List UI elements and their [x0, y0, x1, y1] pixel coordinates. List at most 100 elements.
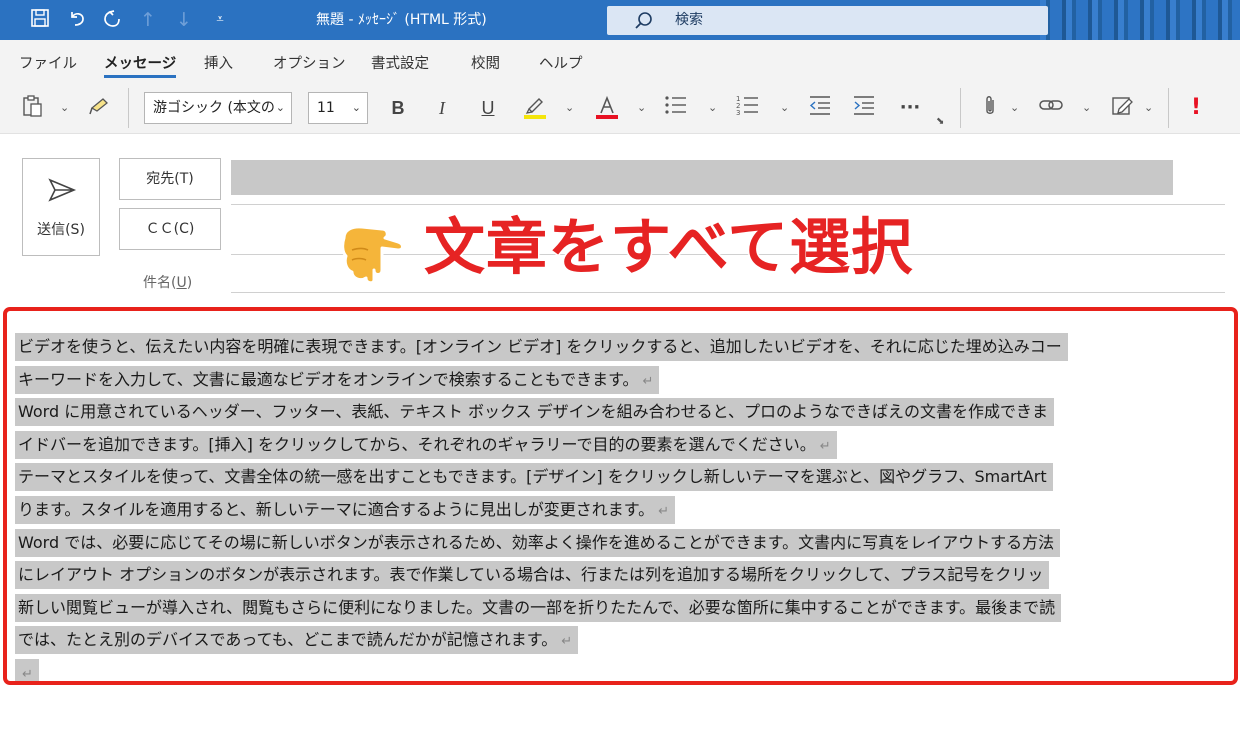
- subject-label: 件名(U): [143, 272, 192, 292]
- undo-icon[interactable]: [64, 8, 88, 32]
- paragraph-mark: ↵: [561, 634, 573, 650]
- subject-label-prefix: 件名(: [143, 275, 177, 291]
- selected-text: ビデオを使うと、伝えたい内容を明確に表現できます。[オンライン ビデオ] をクリ…: [15, 333, 1068, 361]
- svg-text:3: 3: [736, 109, 740, 116]
- ribbon-separator: [1168, 88, 1169, 128]
- signature-icon[interactable]: [1108, 94, 1136, 122]
- annotation-text: 文章をすべて選択: [422, 211, 914, 285]
- italic-button[interactable]: I: [430, 94, 454, 122]
- selected-text: にレイアウト オプションのボタンが表示されます。表で作業している場合は、行または…: [15, 561, 1050, 590]
- cc-button[interactable]: ＣＣ(C): [119, 208, 221, 250]
- link-dropdown-icon[interactable]: ⌄: [1082, 94, 1091, 122]
- font-name-value: 游ゴシック (本文の: [153, 100, 275, 116]
- selected-text: 新しい閲覧ビューが導入され、閲覧もさらに便利になりました。文書の一部を折りたたん…: [15, 593, 1062, 622]
- body-line-text: ビデオを使うと、伝えたい内容を明確に表現できます。[オンライン ビデオ] をクリ…: [18, 337, 1062, 356]
- body-line-text: テーマとスタイルを使って、文書全体の統一感を出すこともできます。[デザイン] を…: [18, 467, 1047, 487]
- selected-text: ります。スタイルを適用すると、新しいテーマに適合するように見出しが変更されます。…: [15, 495, 676, 524]
- selected-text: キーワードを入力して、文書に最適なビデオをオンラインで検索することもできます。 ↵: [15, 365, 660, 394]
- body-line[interactable]: ビデオを使うと、伝えたい内容を明確に表現できます。[オンライン ビデオ] をクリ…: [15, 331, 1234, 364]
- attach-file-icon[interactable]: [978, 94, 1002, 122]
- bullets-icon[interactable]: [662, 94, 690, 122]
- decrease-indent-icon[interactable]: [806, 94, 834, 122]
- arrow-down-icon[interactable]: ↓: [172, 8, 196, 32]
- numbering-dropdown-icon[interactable]: ⌄: [780, 94, 789, 122]
- font-name-combo[interactable]: 游ゴシック (本文の ⌄: [144, 92, 292, 124]
- body-line-text: イドバーを追加できます。[挿入] をクリックしてから、それぞれのギャラリーで目的…: [18, 434, 816, 454]
- paragraph-mark: ↵: [22, 666, 33, 682]
- arrow-up-icon[interactable]: ↑: [136, 8, 160, 32]
- selected-text: イドバーを追加できます。[挿入] をクリックしてから、それぞれのギャラリーで目的…: [15, 430, 837, 459]
- selected-text: Word では、必要に応じてその場に新しいボタンが表示されるため、効率よく操作を…: [15, 528, 1061, 557]
- bullets-dropdown-icon[interactable]: ⌄: [708, 94, 717, 122]
- signature-dropdown-icon[interactable]: ⌄: [1144, 94, 1153, 122]
- numbering-icon[interactable]: 123: [734, 94, 762, 122]
- paste-icon[interactable]: [18, 94, 46, 122]
- save-icon[interactable]: [28, 8, 52, 32]
- ribbon-separator: [960, 88, 961, 128]
- body-line[interactable]: テーマとスタイルを使って、文書全体の統一感を出すこともできます。[デザイン] を…: [15, 461, 1234, 494]
- tab-insert[interactable]: 挿入: [204, 52, 233, 73]
- body-line-text: Word では、必要に応じてその場に新しいボタンが表示されるため、効率よく操作を…: [18, 532, 1055, 552]
- window-title: 無題 - ﾒｯｾｰｼﾞ (HTML 形式): [316, 12, 487, 28]
- customize-toolbar-icon[interactable]: ⩡: [208, 8, 232, 32]
- body-line[interactable]: にレイアウト オプションのボタンが表示されます。表で作業している場合は、行または…: [15, 559, 1234, 592]
- tab-message[interactable]: メッセージ: [104, 52, 177, 78]
- font-size-combo[interactable]: 11 ⌄: [308, 92, 368, 124]
- format-painter-icon[interactable]: [86, 94, 114, 122]
- tab-help[interactable]: ヘルプ: [539, 52, 583, 73]
- search-box[interactable]: 検索: [607, 6, 1048, 35]
- subject-label-key: U: [176, 275, 187, 291]
- subject-field-underline[interactable]: [231, 292, 1225, 293]
- send-button[interactable]: 送信(S): [22, 158, 100, 256]
- paragraph-mark: ↵: [658, 503, 670, 519]
- link-icon[interactable]: [1036, 94, 1066, 122]
- to-field-underline: [231, 204, 1225, 205]
- body-line-text: にレイアウト オプションのボタンが表示されます。表で作業している場合は、行または…: [18, 565, 1044, 585]
- to-button[interactable]: 宛先(T): [119, 158, 221, 200]
- selected-text: テーマとスタイルを使って、文書全体の統一感を出すこともできます。[デザイン] を…: [15, 463, 1053, 492]
- send-icon: [48, 178, 77, 202]
- body-line-text: 新しい閲覧ビューが導入され、閲覧もさらに便利になりました。文書の一部を折りたたん…: [18, 597, 1056, 617]
- body-line[interactable]: では、たとえ別のデバイスであっても、どこまで読んだかが記憶されます。 ↵: [15, 624, 1234, 657]
- highlight-dropdown-icon[interactable]: ⌄: [565, 94, 574, 122]
- selected-text: ↵: [15, 658, 39, 682]
- body-line[interactable]: Word に用意されているヘッダー、フッター、表紙、テキスト ボックス デザイン…: [15, 396, 1234, 429]
- dialog-launcher-icon[interactable]: ⬊: [936, 108, 944, 136]
- body-line-text: Word に用意されているヘッダー、フッター、表紙、テキスト ボックス デザイン…: [18, 402, 1048, 422]
- body-line[interactable]: キーワードを入力して、文書に最適なビデオをオンラインで検索することもできます。 ↵: [15, 364, 1234, 397]
- highlight-icon[interactable]: [520, 94, 550, 122]
- tab-review[interactable]: 校閲: [471, 52, 500, 73]
- selected-text: では、たとえ別のデバイスであっても、どこまで読んだかが記憶されます。 ↵: [15, 626, 579, 655]
- body-line[interactable]: ↵: [15, 657, 1234, 682]
- menu-bar: ファイル メッセージ 挿入 オプション 書式設定 校閲 ヘルプ: [0, 40, 1240, 82]
- search-label: 検索: [675, 12, 703, 28]
- selected-text: Word に用意されているヘッダー、フッター、表紙、テキスト ボックス デザイン…: [15, 398, 1054, 427]
- body-line-text: キーワードを入力して、文書に最適なビデオをオンラインで検索することもできます。: [18, 369, 639, 389]
- increase-indent-icon[interactable]: [850, 94, 878, 122]
- underline-button[interactable]: U: [476, 94, 500, 122]
- tab-file[interactable]: ファイル: [19, 52, 77, 73]
- tab-format-text[interactable]: 書式設定: [371, 52, 429, 73]
- body-line-text: では、たとえ別のデバイスであっても、どこまで読んだかが記憶されます。: [18, 630, 558, 650]
- ribbon: ⌄ 游ゴシック (本文の ⌄ 11 ⌄ B I U ⌄ ⌄ ⌄ 123 ⌄ ··…: [0, 82, 1240, 134]
- body-line[interactable]: イドバーを追加できます。[挿入] をクリックしてから、それぞれのギャラリーで目的…: [15, 429, 1234, 462]
- subject-label-suffix: ): [186, 275, 193, 291]
- chevron-down-icon: ⌄: [275, 101, 285, 114]
- body-line[interactable]: 新しい閲覧ビューが導入され、閲覧もさらに便利になりました。文書の一部を折りたたん…: [15, 592, 1234, 625]
- body-line[interactable]: ります。スタイルを適用すると、新しいテーマに適合するように見出しが変更されます。…: [15, 494, 1234, 527]
- redo-icon[interactable]: [100, 8, 124, 32]
- ribbon-separator: [128, 88, 129, 128]
- to-field[interactable]: [231, 160, 1173, 195]
- title-bar-decoration: [1040, 0, 1240, 40]
- font-color-icon[interactable]: [592, 94, 622, 122]
- tab-options[interactable]: オプション: [273, 52, 346, 73]
- message-body[interactable]: ビデオを使うと、伝えたい内容を明確に表現できます。[オンライン ビデオ] をクリ…: [15, 331, 1234, 682]
- paste-dropdown-icon[interactable]: ⌄: [60, 94, 69, 122]
- high-importance-button[interactable]: !: [1186, 94, 1206, 122]
- more-options-button[interactable]: ···: [896, 94, 924, 122]
- font-color-dropdown-icon[interactable]: ⌄: [637, 94, 646, 122]
- bold-button[interactable]: B: [386, 94, 410, 122]
- chevron-down-icon: ⌄: [351, 101, 361, 114]
- attach-dropdown-icon[interactable]: ⌄: [1010, 94, 1019, 122]
- body-line[interactable]: Word では、必要に応じてその場に新しいボタンが表示されるため、効率よく操作を…: [15, 527, 1234, 560]
